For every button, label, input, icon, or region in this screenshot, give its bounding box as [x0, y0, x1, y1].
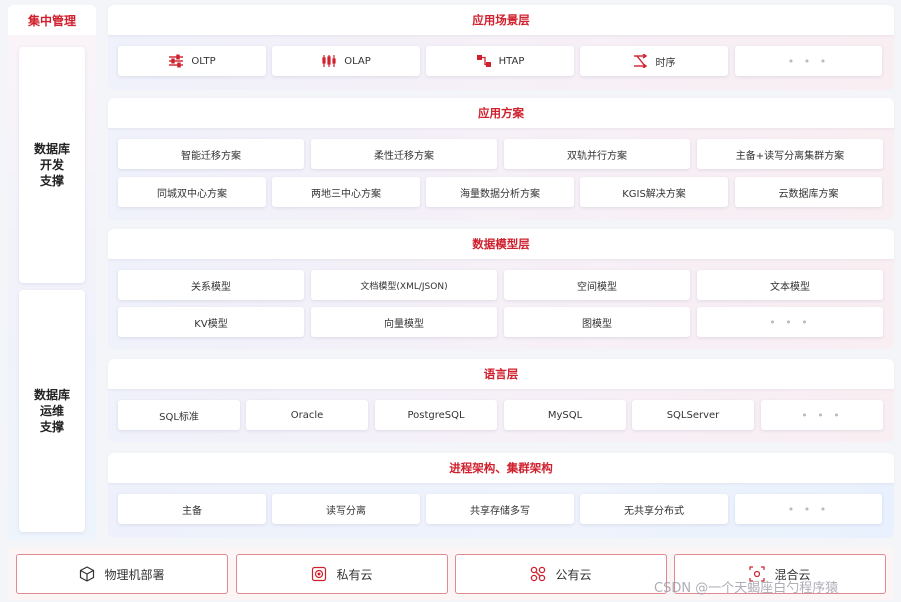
- private-cloud-icon: [311, 566, 327, 582]
- deploy-private-cloud[interactable]: 私有云: [236, 554, 448, 594]
- language-item[interactable]: Oracle: [246, 400, 368, 430]
- model-more[interactable]: • • •: [697, 307, 883, 337]
- deploy-public-cloud[interactable]: 公有云: [455, 554, 667, 594]
- scenario-htap[interactable]: HTAP: [426, 46, 574, 76]
- deploy-public-cloud-label: 公有云: [555, 567, 592, 582]
- model-item[interactable]: KV模型: [118, 307, 304, 337]
- solution-item[interactable]: 智能迁移方案: [118, 139, 304, 169]
- solution-item[interactable]: 云数据库方案: [735, 177, 882, 207]
- language-item[interactable]: SQLServer: [632, 400, 754, 430]
- language-more[interactable]: • • •: [761, 400, 883, 430]
- scenario-oltp-label: OLTP: [191, 55, 216, 67]
- scenario-timeseries-label: 时序: [655, 57, 676, 69]
- model-item[interactable]: 文本模型: [697, 270, 883, 300]
- arch-layer: 进程架构、集群架构 主备 读写分离 共享存储多写 无共享分布式 • • •: [108, 453, 894, 538]
- solution-item[interactable]: 主备+读写分离集群方案: [697, 139, 883, 169]
- solution-layer: 应用方案 智能迁移方案 柔性迁移方案 双轨并行方案 主备+读写分离集群方案 同城…: [108, 98, 894, 220]
- arch-item[interactable]: 读写分离: [272, 494, 420, 524]
- language-layer: 语言层 SQL标准 Oracle PostgreSQL MySQL SQLSer…: [108, 359, 894, 442]
- deploy-private-cloud-label: 私有云: [336, 567, 373, 582]
- scenario-layer-title: 应用场景层: [108, 5, 894, 35]
- cube-icon: [79, 566, 95, 582]
- public-cloud-icon: [530, 566, 546, 582]
- sliders-icon: [168, 54, 184, 68]
- language-item[interactable]: PostgreSQL: [375, 400, 497, 430]
- language-layer-title: 语言层: [108, 359, 894, 389]
- scenario-timeseries[interactable]: 时序: [580, 46, 728, 76]
- language-item[interactable]: MySQL: [504, 400, 626, 430]
- scenario-oltp[interactable]: OLTP: [118, 46, 266, 76]
- deploy-physical[interactable]: 物理机部署: [16, 554, 228, 594]
- scenario-htap-label: HTAP: [498, 55, 525, 67]
- arch-item[interactable]: 共享存储多写: [426, 494, 574, 524]
- solution-layer-title: 应用方案: [108, 98, 894, 128]
- solution-item[interactable]: 双轨并行方案: [504, 139, 690, 169]
- flow-icon: [476, 54, 492, 68]
- solution-item[interactable]: 两地三中心方案: [272, 177, 420, 207]
- model-item[interactable]: 空间模型: [504, 270, 690, 300]
- language-item[interactable]: SQL标准: [118, 400, 240, 430]
- solution-item[interactable]: 海量数据分析方案: [426, 177, 574, 207]
- arch-layer-title: 进程架构、集群架构: [108, 453, 894, 483]
- arch-item[interactable]: 无共享分布式: [580, 494, 728, 524]
- scenario-more[interactable]: • • •: [735, 46, 882, 76]
- deploy-physical-label: 物理机部署: [104, 567, 165, 582]
- central-management-header: 集中管理: [8, 5, 96, 35]
- db-ops-support-box: 数据库 运维 支撑: [19, 290, 85, 532]
- model-item[interactable]: 向量模型: [311, 307, 497, 337]
- arch-more[interactable]: • • •: [735, 494, 882, 524]
- scenario-layer: 应用场景层 OLTP OLAP HTAP 时序 • • •: [108, 5, 894, 90]
- solution-item[interactable]: 柔性迁移方案: [311, 139, 497, 169]
- scenario-olap[interactable]: OLAP: [272, 46, 420, 76]
- arch-item[interactable]: 主备: [118, 494, 266, 524]
- db-dev-support-box: 数据库 开发 支撑: [19, 47, 85, 283]
- candlestick-icon: [321, 54, 337, 68]
- shuffle-icon: [633, 54, 649, 68]
- solution-item[interactable]: KGIS解决方案: [580, 177, 728, 207]
- model-layer: 数据模型层 关系模型 文档模型(XML/JSON) 空间模型 文本模型 KV模型…: [108, 229, 894, 349]
- model-item[interactable]: 图模型: [504, 307, 690, 337]
- left-column: 集中管理 数据库 开发 支撑 数据库 运维 支撑: [8, 5, 96, 540]
- model-layer-title: 数据模型层: [108, 229, 894, 259]
- model-item[interactable]: 文档模型(XML/JSON): [311, 270, 497, 300]
- model-item[interactable]: 关系模型: [118, 270, 304, 300]
- solution-item[interactable]: 同城双中心方案: [118, 177, 266, 207]
- watermark-text: CSDN @一个天蝎座白勺程序猿: [654, 581, 839, 596]
- scenario-olap-label: OLAP: [344, 55, 371, 67]
